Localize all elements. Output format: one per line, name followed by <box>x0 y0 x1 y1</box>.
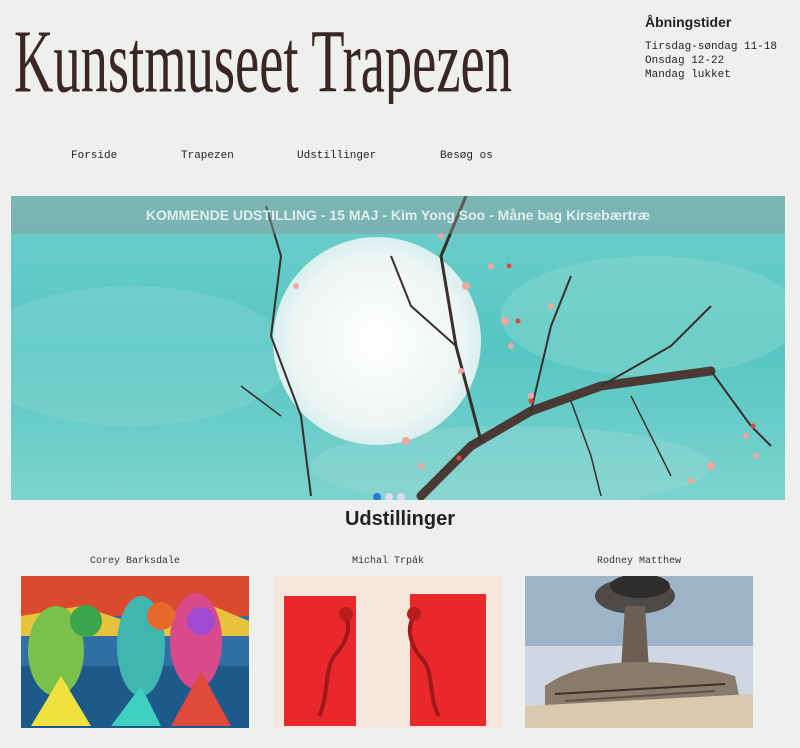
slide-dot-3[interactable] <box>397 493 405 500</box>
main-nav: Forside Trapezen Udstillinger Besøg os <box>0 150 800 168</box>
artist-name[interactable]: Rodney Matthew <box>525 556 753 576</box>
site-logo[interactable]: Kunstmuseet Trapezen <box>14 4 514 104</box>
hero-slideshow[interactable]: KOMMENDE UDSTILLING - 15 MAJ - Kim Yong … <box>11 196 785 500</box>
exhibition-card[interactable]: Corey Barksdale <box>21 556 249 728</box>
artist-name[interactable]: Corey Barksdale <box>21 556 249 576</box>
slide-dot-1[interactable] <box>373 493 381 500</box>
hero-image <box>11 196 785 500</box>
nav-item-besog-os[interactable]: Besøg os <box>440 150 493 162</box>
artist-name[interactable]: Michal Trpák <box>274 556 502 576</box>
nav-item-udstillinger[interactable]: Udstillinger <box>297 150 376 162</box>
nav-item-trapezen[interactable]: Trapezen <box>181 150 234 162</box>
artwork-thumbnail[interactable] <box>525 576 753 728</box>
slideshow-dots <box>373 488 409 500</box>
hours-line: Tirsdag-søndag 11-18 <box>645 41 778 53</box>
hours-line: Mandag lukket <box>645 69 731 81</box>
hours-line: Onsdag 12-22 <box>645 55 725 67</box>
site-title: Kunstmuseet Trapezen <box>14 11 512 104</box>
slide-dot-2[interactable] <box>385 493 393 500</box>
exhibitions-title: Udstillinger <box>344 508 455 530</box>
opening-hours: Åbningstider Tirsdag-søndag 11-18 Onsdag… <box>645 14 795 82</box>
exhibition-card[interactable]: Michal Trpák <box>274 556 502 728</box>
exhibition-card[interactable]: Rodney Matthew <box>525 556 753 728</box>
artwork-thumbnail[interactable] <box>21 576 249 728</box>
artwork-thumbnail[interactable] <box>274 576 502 728</box>
nav-item-forside[interactable]: Forside <box>71 150 117 162</box>
upcoming-exhibition-banner[interactable]: KOMMENDE UDSTILLING - 15 MAJ - Kim Yong … <box>11 196 785 234</box>
opening-hours-title: Åbningstider <box>645 14 732 30</box>
